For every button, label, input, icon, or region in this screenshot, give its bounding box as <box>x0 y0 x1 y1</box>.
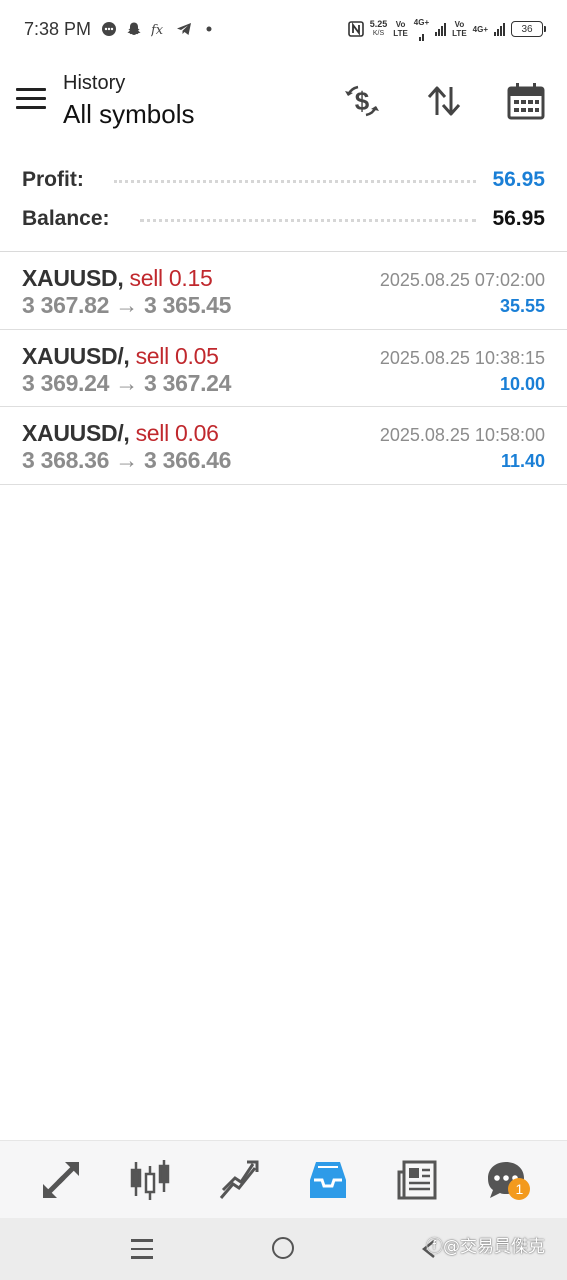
profit-row: Profit: 56.95 <box>0 160 567 199</box>
sim1-signal-bars-icon <box>435 22 447 36</box>
deal-side: sell 0.15 <box>129 265 213 291</box>
deal-symbol-line: XAUUSD/, sell 0.06 <box>22 420 219 447</box>
page-title[interactable]: All symbols <box>63 99 194 130</box>
sim2-network: 4G+ <box>473 25 488 34</box>
sim1-lte-label: LTE <box>393 29 408 38</box>
sim1-volte: Vo LTE <box>393 20 408 38</box>
battery-icon: 36 <box>511 21 546 37</box>
deal-symbol-line: XAUUSD, sell 0.15 <box>22 265 213 292</box>
deal-side: sell 0.05 <box>135 342 219 369</box>
deal-prices: 3 368.36 → 3 366.46 <box>22 447 232 473</box>
quotes-arrows-icon <box>42 1161 79 1198</box>
deals-filter-button[interactable]: $ <box>341 80 383 122</box>
nav-quotes[interactable] <box>33 1152 89 1208</box>
candlestick-icon <box>130 1159 169 1200</box>
deal-prices: 3 367.82 → 3 365.45 <box>22 292 232 318</box>
recent-apps-icon[interactable] <box>131 1239 153 1259</box>
chat-bubble-icon <box>102 22 117 36</box>
deal-symbol: XAUUSD/, <box>22 420 130 446</box>
deal-time: 2025.08.25 07:02:00 <box>379 270 545 290</box>
profit-value: 56.95 <box>492 167 545 191</box>
nav-trade[interactable] <box>211 1152 267 1208</box>
sim2-volte: Vo LTE <box>452 20 467 38</box>
dotted-leader <box>139 219 477 222</box>
calendar-button[interactable] <box>505 80 547 122</box>
battery-level: 36 <box>521 23 533 35</box>
deal-symbol: XAUUSD/, <box>22 342 130 369</box>
profit-label: Profit: <box>22 167 84 191</box>
snapchat-icon <box>127 22 141 35</box>
system-status-icons: 5.25 K/S Vo LTE 4G+ Vo LTE 4G+ 36 <box>347 18 546 41</box>
nav-news[interactable] <box>389 1152 445 1208</box>
deal-profit: 35.55 <box>499 296 545 316</box>
deal-row[interactable]: XAUUSD/, sell 0.06 3 368.36 → 3 366.46 2… <box>0 407 567 485</box>
trend-lines-icon <box>219 1160 259 1199</box>
sim1-network-label: 4G+ <box>413 17 430 27</box>
network-speed-unit: K/S <box>372 30 385 37</box>
sim1-network: 4G+ <box>414 18 429 41</box>
bottom-navigation: 1 <box>0 1140 567 1218</box>
status-time: 7:38 PM <box>24 18 92 39</box>
telegram-icon <box>177 23 192 35</box>
sim1-vo-label: Vo <box>395 20 406 29</box>
nav-chat[interactable]: 1 <box>478 1152 534 1208</box>
network-speed-value: 5.25 <box>369 19 388 29</box>
deal-symbol: XAUUSD, <box>22 265 124 291</box>
sim2-lte-label: LTE <box>452 29 467 38</box>
menu-icon[interactable] <box>16 88 46 112</box>
sim2-network-label: 4G+ <box>472 24 488 34</box>
sim1-signal-icon <box>418 27 424 41</box>
inbox-tray-icon <box>310 1161 347 1198</box>
deal-symbol-line: XAUUSD/, sell 0.05 <box>22 343 219 370</box>
fx-icon: fx <box>151 23 164 37</box>
deal-row[interactable]: XAUUSD, sell 0.15 3 367.82 → 3 365.45 20… <box>0 252 567 330</box>
nav-chart[interactable] <box>122 1152 178 1208</box>
balance-label: Balance: <box>22 206 110 230</box>
sim2-vo-label: Vo <box>454 20 465 29</box>
svg-text:$: $ <box>355 86 370 116</box>
header-actions: $ <box>341 80 547 122</box>
notification-icons: fx <box>101 21 217 37</box>
status-bar: 7:38 PM fx 5.25 K/S Vo LTE 4G+ Vo LTE 4G… <box>0 0 567 58</box>
dollar-exchange-icon: $ <box>345 85 379 117</box>
dotted-leader <box>113 180 477 183</box>
app-bar: History All symbols $ <box>0 62 567 142</box>
deal-time: 2025.08.25 10:38:15 <box>379 347 545 368</box>
account-summary: Profit: 56.95 Balance: 56.95 <box>0 160 567 238</box>
deal-time: 2025.08.25 10:58:00 <box>379 425 545 445</box>
deals-list: XAUUSD, sell 0.15 3 367.82 → 3 365.45 20… <box>0 252 567 485</box>
deal-side: sell 0.06 <box>135 420 219 446</box>
nfc-icon <box>347 21 364 37</box>
system-nav-bar: ⓕ@交易員傑克 <box>0 1218 567 1280</box>
calendar-icon <box>507 83 545 120</box>
deal-profit: 11.40 <box>500 451 545 471</box>
nav-history[interactable] <box>300 1152 356 1208</box>
deal-prices: 3 369.24 → 3 367.24 <box>22 369 232 396</box>
home-icon[interactable] <box>272 1237 294 1259</box>
chat-unread-badge: 1 <box>508 1177 531 1200</box>
balance-value: 56.95 <box>492 206 545 230</box>
watermark: ⓕ@交易員傑克 <box>426 1237 545 1257</box>
sort-arrows-icon <box>427 86 461 116</box>
sort-button[interactable] <box>423 80 465 122</box>
header-title-block: History All symbols <box>63 72 194 130</box>
deal-profit: 10.00 <box>499 373 545 394</box>
more-dot-icon <box>206 26 212 32</box>
sim2-signal-bars-icon <box>494 22 505 36</box>
svg-text:fx: fx <box>151 23 164 37</box>
newspaper-icon <box>397 1160 437 1199</box>
page-subtitle: History <box>63 72 126 94</box>
deal-row[interactable]: XAUUSD/, sell 0.05 3 369.24 → 3 367.24 2… <box>0 330 567 407</box>
network-speed: 5.25 K/S <box>370 20 388 38</box>
balance-row: Balance: 56.95 <box>0 199 567 238</box>
